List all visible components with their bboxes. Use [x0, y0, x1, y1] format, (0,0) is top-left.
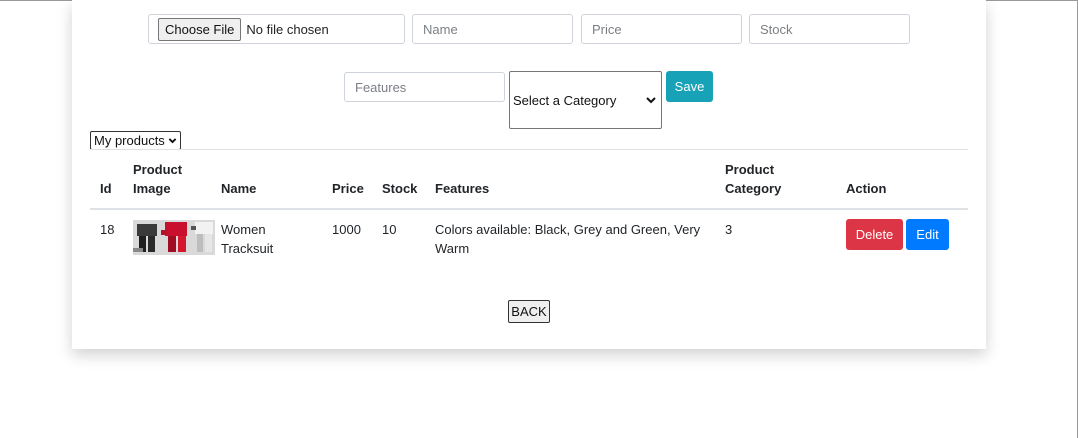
header-product-image-line2: Image [133, 181, 171, 196]
save-button[interactable]: Save [666, 71, 713, 102]
row-features-line1: Colors available: Black, Grey and Green,… [435, 222, 701, 237]
row-name-line1: Women [221, 222, 266, 237]
table-header-divider [90, 208, 968, 210]
chevron-down-icon [168, 138, 177, 144]
header-stock: Stock [382, 181, 418, 196]
header-name: Name [221, 181, 257, 196]
header-features: Features [435, 181, 490, 196]
name-input[interactable] [412, 14, 573, 44]
product-card [72, 0, 986, 349]
row-name-line2: Tracksuit [221, 241, 274, 256]
header-product-category-line1: Product [725, 162, 775, 177]
row-price: 1000 [332, 222, 361, 237]
products-filter-value: My products [94, 133, 165, 148]
header-product-category-line2: Category [725, 181, 782, 196]
file-status-text: No file chosen [246, 21, 329, 37]
header-product-image-line1: Product [133, 162, 183, 177]
row-stock: 10 [382, 222, 397, 237]
header-id: Id [100, 181, 112, 196]
stock-input[interactable] [749, 14, 910, 44]
choose-file-button[interactable]: Choose File [158, 17, 242, 41]
delete-button[interactable]: Delete [846, 219, 903, 250]
back-button[interactable]: BACK [508, 300, 550, 323]
row-id: 18 [100, 222, 115, 237]
row-category: 3 [725, 222, 733, 237]
edit-button[interactable]: Edit [906, 219, 949, 250]
file-upload-field[interactable]: Choose File No file chosen [148, 14, 405, 44]
header-action: Action [846, 181, 887, 196]
products-filter-select[interactable]: My products [90, 131, 181, 150]
features-input[interactable] [344, 72, 505, 102]
chevron-down-icon [646, 97, 656, 104]
product-image [133, 220, 215, 255]
price-input[interactable] [581, 14, 742, 44]
category-select-value: Select a Category [513, 92, 617, 108]
table-top-border [90, 149, 968, 150]
header-price: Price [332, 181, 364, 196]
category-select[interactable]: Select a Category [509, 71, 662, 129]
row-features-line2: Warm [435, 241, 470, 256]
